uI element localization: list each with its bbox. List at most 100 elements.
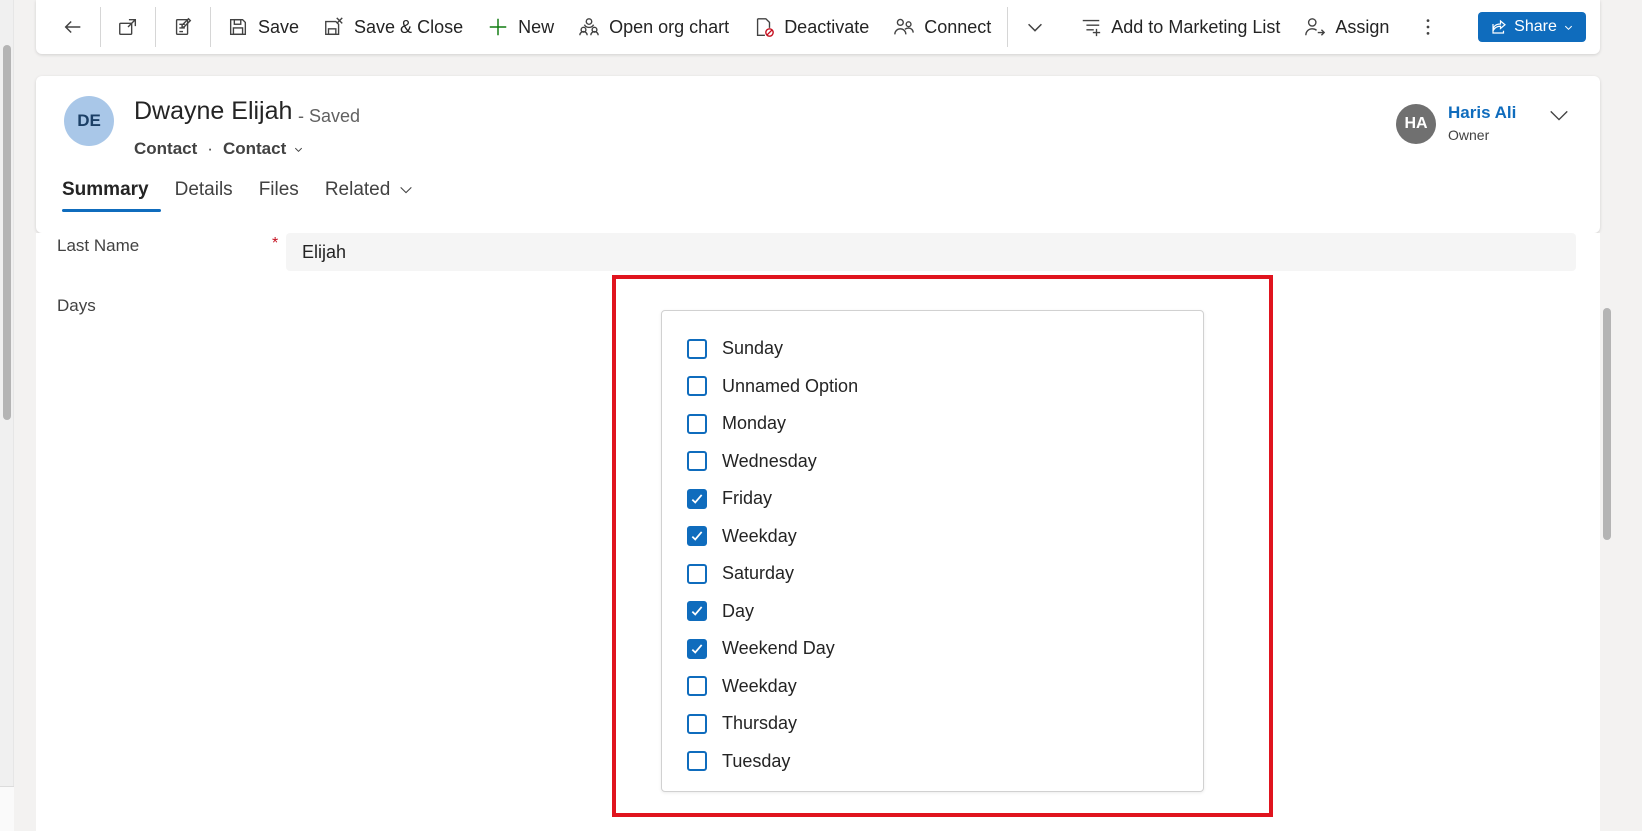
open-in-new-window-button[interactable]: [105, 7, 151, 47]
add-to-marketing-list-label: Add to Marketing List: [1111, 16, 1281, 37]
deactivate-icon: [757, 18, 775, 37]
deactivate-button[interactable]: Deactivate: [741, 7, 881, 47]
form-scrollbar[interactable]: [1600, 0, 1614, 831]
chevron-down-icon[interactable]: [1548, 104, 1570, 126]
new-label: New: [518, 16, 555, 37]
checkbox[interactable]: [687, 526, 707, 547]
form-name: Contact: [222, 139, 287, 158]
form-tabs: Summary Details Files Related: [62, 170, 440, 220]
save-and-close-icon: [325, 17, 343, 36]
open-org-chart-label: Open org chart: [609, 16, 730, 37]
org-chart-icon: [579, 18, 599, 36]
page-scrollbar-thumb[interactable]: [3, 45, 11, 420]
checkmark-icon: [691, 494, 703, 504]
days-option[interactable]: Monday: [662, 405, 1203, 443]
tab-label: Files: [258, 179, 299, 200]
record-header: DE Dwayne Elijah - Saved Contact · Conta…: [36, 76, 1600, 233]
share-label: Share: [1514, 18, 1557, 35]
owner-role: Owner: [1448, 127, 1490, 143]
record-avatar: DE: [64, 96, 114, 146]
checkbox[interactable]: [687, 638, 707, 659]
checkmark-icon: [691, 606, 703, 617]
arrow-left-icon: [64, 20, 81, 34]
option-label: Friday: [722, 488, 773, 509]
days-option[interactable]: Tuesday: [662, 743, 1203, 781]
checkbox[interactable]: [687, 338, 707, 359]
checkbox[interactable]: [687, 601, 707, 622]
assign-button[interactable]: Assign: [1292, 7, 1401, 47]
save-label: Save: [258, 16, 300, 37]
days-option[interactable]: Friday: [662, 480, 1203, 518]
option-label: Weekday: [722, 525, 797, 546]
checkbox[interactable]: [687, 488, 707, 509]
share-button[interactable]: Share: [1478, 12, 1586, 42]
save-and-close-button[interactable]: Save & Close: [311, 7, 475, 47]
days-option[interactable]: Unnamed Option: [662, 368, 1203, 406]
checkbox[interactable]: [687, 376, 707, 397]
checkmark-icon: [691, 644, 703, 654]
option-label: Wednesday: [722, 450, 817, 471]
save-icon: [229, 18, 247, 36]
option-label: Weekend Day: [722, 638, 835, 659]
days-option[interactable]: Wednesday: [662, 443, 1203, 481]
days-multiselect-list: Sunday Unnamed Option Monday Wednesday Frida…: [661, 310, 1204, 792]
open-org-chart-button[interactable]: Open org chart: [566, 7, 741, 47]
back-button[interactable]: [50, 7, 96, 47]
option-label: Weekday: [722, 675, 797, 696]
days-option[interactable]: Weekend Day: [662, 630, 1203, 668]
edit-form-icon: [175, 17, 192, 36]
tab-details[interactable]: Details: [175, 170, 245, 220]
tab-label: Details: [174, 179, 233, 200]
option-label: Sunday: [722, 338, 784, 359]
checkbox[interactable]: [687, 713, 707, 734]
days-option[interactable]: Thursday: [662, 705, 1203, 743]
checkbox[interactable]: [687, 413, 707, 434]
entity-breadcrumb: Contact · Contact: [134, 139, 304, 159]
option-label: Saturday: [722, 563, 795, 584]
more-vertical-icon: [1427, 19, 1430, 35]
save-button[interactable]: Save: [215, 7, 311, 47]
separator-dot: ·: [207, 139, 213, 158]
days-label: Days: [57, 296, 96, 315]
chevron-down-icon: [295, 147, 303, 152]
chevron-down-icon: [1028, 23, 1043, 32]
tab-files[interactable]: Files: [259, 170, 311, 220]
checkbox[interactable]: [687, 563, 707, 584]
checkbox[interactable]: [687, 676, 707, 697]
form-editor-button[interactable]: [160, 7, 206, 47]
days-option[interactable]: Saturday: [662, 555, 1203, 593]
checkbox[interactable]: [687, 751, 707, 772]
tab-label: Summary: [62, 179, 149, 200]
page-scrollbar[interactable]: [0, 0, 14, 831]
deactivate-label: Deactivate: [784, 16, 870, 37]
plus-icon: [489, 18, 507, 36]
tab-summary[interactable]: Summary: [62, 170, 161, 220]
chevron-down-icon: [400, 186, 413, 194]
option-label: Monday: [722, 413, 787, 434]
days-option[interactable]: Day: [662, 593, 1203, 631]
days-option[interactable]: Weekday: [662, 518, 1203, 556]
days-option[interactable]: Sunday: [662, 330, 1203, 368]
new-button[interactable]: New: [475, 7, 566, 47]
separator: [1007, 7, 1009, 47]
form-selector[interactable]: Contact: [223, 139, 304, 159]
connect-button[interactable]: Connect: [881, 7, 1003, 47]
form-scrollbar-thumb[interactable]: [1603, 308, 1611, 540]
add-to-marketing-list-button[interactable]: Add to Marketing List: [1068, 7, 1292, 47]
days-option[interactable]: Weekday: [662, 668, 1203, 706]
option-label: Unnamed Option: [722, 375, 859, 396]
connect-icon: [894, 18, 915, 35]
connect-label: Connect: [924, 16, 992, 37]
option-label: Day: [722, 600, 755, 621]
command-bar: Save Save & Close New Open org chart Dea…: [36, 0, 1600, 54]
more-connect-options-button[interactable]: [1012, 7, 1058, 47]
record-title: Dwayne Elijah: [134, 97, 293, 125]
checkbox[interactable]: [687, 451, 707, 472]
separator: [210, 7, 211, 47]
tab-related[interactable]: Related: [325, 170, 427, 220]
owner-name-link[interactable]: Haris Ali: [1448, 103, 1516, 123]
open-in-new-window-icon: [119, 18, 137, 36]
more-commands-button[interactable]: [1405, 7, 1451, 47]
last-name-field[interactable]: Elijah: [286, 233, 1576, 271]
owner-avatar: HA: [1396, 104, 1436, 144]
